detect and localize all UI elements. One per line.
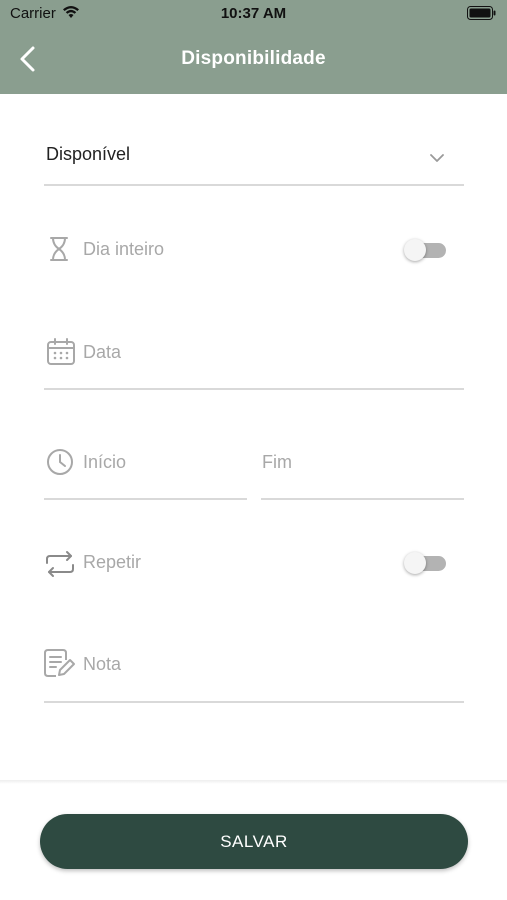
- repeat-row: Repetir: [44, 544, 464, 584]
- date-placeholder: Data: [83, 342, 122, 362]
- toggle-knob: [404, 552, 426, 574]
- all-day-label: Dia inteiro: [83, 239, 165, 259]
- all-day-toggle[interactable]: [404, 239, 448, 261]
- battery-icon: [467, 6, 497, 24]
- start-time-field[interactable]: Início: [44, 442, 247, 500]
- page-title: Disponibilidade: [181, 48, 326, 69]
- repeat-toggle[interactable]: [404, 552, 448, 574]
- clock-icon: [46, 448, 74, 481]
- repeat-label: Repetir: [83, 552, 142, 572]
- note-placeholder: Nota: [83, 654, 122, 674]
- date-field[interactable]: Data: [44, 332, 464, 390]
- footer-divider: [0, 780, 507, 784]
- repeat-icon: [44, 550, 76, 583]
- save-button[interactable]: SALVAR: [40, 814, 468, 869]
- toggle-knob: [404, 239, 426, 261]
- chevron-down-icon: [430, 150, 444, 168]
- calendar-icon: [46, 338, 76, 371]
- hourglass-icon: [48, 236, 70, 267]
- app-header: Carrier 10:37 AM Disponibilidade: [0, 0, 507, 94]
- start-time-placeholder: Início: [83, 452, 127, 472]
- end-time-field[interactable]: Fim: [261, 442, 464, 500]
- end-time-placeholder: Fim: [262, 452, 292, 472]
- note-field[interactable]: Nota: [44, 644, 464, 703]
- all-day-row: Dia inteiro: [44, 232, 464, 272]
- note-edit-icon: [44, 648, 76, 683]
- status-bar: Carrier 10:37 AM: [0, 0, 507, 28]
- availability-select-value: Disponível: [46, 144, 131, 164]
- status-time: 10:37 AM: [220, 5, 287, 22]
- availability-select[interactable]: Disponível: [44, 128, 464, 186]
